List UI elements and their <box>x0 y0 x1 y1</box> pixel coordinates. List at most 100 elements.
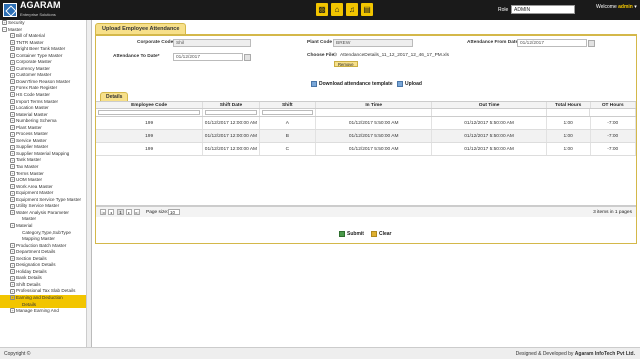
column-header[interactable]: Shift <box>260 102 317 108</box>
expand-icon[interactable]: + <box>10 72 15 78</box>
table-row[interactable]: 199 01/12/2017 12:00:00 AM A 01/12/2017 5:5… <box>96 117 636 130</box>
column-header[interactable]: In Time <box>316 102 433 108</box>
sidebar-item-label: Corporate Master <box>16 59 52 65</box>
prev-page-button[interactable]: ◂ <box>108 209 114 215</box>
upload-button[interactable]: Upload <box>397 81 422 87</box>
column-filter-input[interactable] <box>98 110 201 115</box>
sidebar-item-label: Details <box>22 301 37 307</box>
expand-icon[interactable]: + <box>10 295 15 301</box>
role-label: Role <box>498 7 509 13</box>
clear-icon <box>371 231 377 237</box>
expand-icon[interactable]: + <box>10 33 15 39</box>
sidebar-item-label: Security <box>8 20 25 25</box>
clear-button[interactable]: Clear <box>371 231 392 237</box>
first-page-button[interactable]: |◂ <box>100 209 106 215</box>
expand-icon[interactable]: + <box>10 164 15 170</box>
role-select[interactable]: ADMIN <box>511 5 575 14</box>
chart-icon[interactable]: ▤ <box>361 3 373 16</box>
user-menu-chevron-icon[interactable]: ▾ <box>634 4 637 10</box>
expand-icon[interactable]: + <box>10 151 15 157</box>
expand-icon[interactable]: + <box>10 282 15 288</box>
column-header[interactable]: Employee Code <box>96 102 204 108</box>
table-cell: 01/12/2017 5:50:00 AM <box>316 143 433 155</box>
expand-icon[interactable]: + <box>10 288 15 294</box>
home-icon[interactable]: ⌂ <box>331 3 343 16</box>
expand-icon[interactable]: + <box>10 144 15 150</box>
column-filter-input[interactable] <box>261 110 314 115</box>
details-tab[interactable]: Details <box>100 92 129 101</box>
next-page-button[interactable]: ▸ <box>126 209 132 215</box>
expand-icon[interactable]: + <box>10 79 15 85</box>
submit-button[interactable]: Submit <box>339 231 364 237</box>
expand-icon[interactable]: + <box>10 66 15 72</box>
expand-icon[interactable]: + <box>10 262 15 268</box>
table-cell: 01/12/2017 12:00:00 AM <box>203 143 260 155</box>
form-title: Upload Employee Attendance <box>95 23 187 34</box>
expand-icon[interactable]: + <box>10 255 15 261</box>
expand-icon[interactable]: + <box>10 39 15 45</box>
expand-icon[interactable]: + <box>10 118 15 124</box>
sidebar-item-label: Manage Earning And <box>16 308 59 314</box>
expand-icon[interactable]: + <box>10 308 15 314</box>
welcome-user-link[interactable]: admin <box>618 4 633 10</box>
app-logo[interactable]: AGARAM Enterprise Solutions <box>3 0 63 17</box>
expand-icon[interactable]: + <box>10 242 15 248</box>
bell-icon[interactable]: ♫ <box>346 3 358 16</box>
table-cell: 01/12/2017 12:00:00 AM <box>203 130 260 142</box>
sidebar-scrollbar[interactable] <box>86 20 91 347</box>
expand-icon[interactable]: + <box>10 223 15 229</box>
column-header[interactable]: Shift Date <box>203 102 260 108</box>
expand-icon[interactable]: + <box>10 190 15 196</box>
expand-icon[interactable]: + <box>10 92 15 98</box>
sidebar-item-label: Master <box>8 26 23 32</box>
table-row[interactable]: 199 01/12/2017 12:00:00 AM C 01/12/2017 5:5… <box>96 143 636 156</box>
collapse-icon[interactable]: − <box>2 26 7 32</box>
expand-icon[interactable]: + <box>10 131 15 137</box>
expand-icon[interactable]: + <box>10 111 15 117</box>
table-row[interactable]: 199 01/12/2017 12:00:00 AM B 01/12/2017 5:5… <box>96 130 636 143</box>
column-filter-input[interactable] <box>205 110 257 115</box>
expand-icon[interactable]: + <box>10 170 15 176</box>
download-template-button[interactable]: Download attendance template <box>311 81 393 87</box>
from-date-input[interactable]: 01/12/2017 <box>517 39 587 47</box>
expand-icon[interactable]: + <box>2 20 7 26</box>
expand-icon[interactable]: + <box>10 138 15 144</box>
expand-icon[interactable]: + <box>10 125 15 131</box>
page-size-select[interactable]: 10 <box>168 209 180 215</box>
expand-icon[interactable]: + <box>10 203 15 209</box>
top-header: AGARAM Enterprise Solutions ▩ ⌂ ♫ ▤ Role… <box>0 0 640 20</box>
column-header[interactable]: OT Hours <box>591 102 636 108</box>
column-header[interactable]: Total Hours <box>547 102 591 108</box>
sidebar-item[interactable]: + Manage Earning And <box>0 308 91 315</box>
expand-icon[interactable]: + <box>10 249 15 255</box>
sidebar-item-label: Supplier Master <box>16 144 49 150</box>
briefcase-icon[interactable]: ▩ <box>316 3 328 16</box>
expand-icon[interactable]: + <box>10 46 15 52</box>
last-page-button[interactable]: ▸| <box>134 209 140 215</box>
page-size-label: Page size: <box>146 210 169 215</box>
to-date-input[interactable]: 01/12/2017 <box>173 53 243 61</box>
expand-icon[interactable]: + <box>10 105 15 111</box>
download-icon <box>311 81 317 87</box>
expand-icon[interactable]: + <box>10 210 15 216</box>
to-date-calendar-icon[interactable] <box>244 53 251 61</box>
expand-icon[interactable]: + <box>10 85 15 91</box>
expand-icon[interactable]: + <box>10 197 15 203</box>
expand-icon[interactable]: + <box>10 275 15 281</box>
expand-icon[interactable]: + <box>10 157 15 163</box>
expand-icon[interactable]: + <box>10 177 15 183</box>
expand-icon[interactable]: + <box>10 53 15 59</box>
expand-icon[interactable]: + <box>10 183 15 189</box>
expand-icon[interactable]: + <box>10 98 15 104</box>
sidebar-item-label: Water Analysis Parameter <box>16 209 69 215</box>
table-cell: -7:00 <box>591 117 636 129</box>
page-number-button[interactable]: 1 <box>117 209 124 215</box>
remove-file-button[interactable]: Remove <box>334 61 358 67</box>
from-date-calendar-icon[interactable] <box>588 39 595 47</box>
sidebar-item-label: Production Batch Master <box>16 242 67 248</box>
column-header[interactable]: Out Time <box>432 102 547 108</box>
expand-icon[interactable]: + <box>10 59 15 65</box>
sidebar-item-label: Process Master <box>16 131 48 137</box>
expand-icon[interactable]: + <box>10 269 15 275</box>
sidebar-item-label: Tank Master <box>16 157 42 163</box>
